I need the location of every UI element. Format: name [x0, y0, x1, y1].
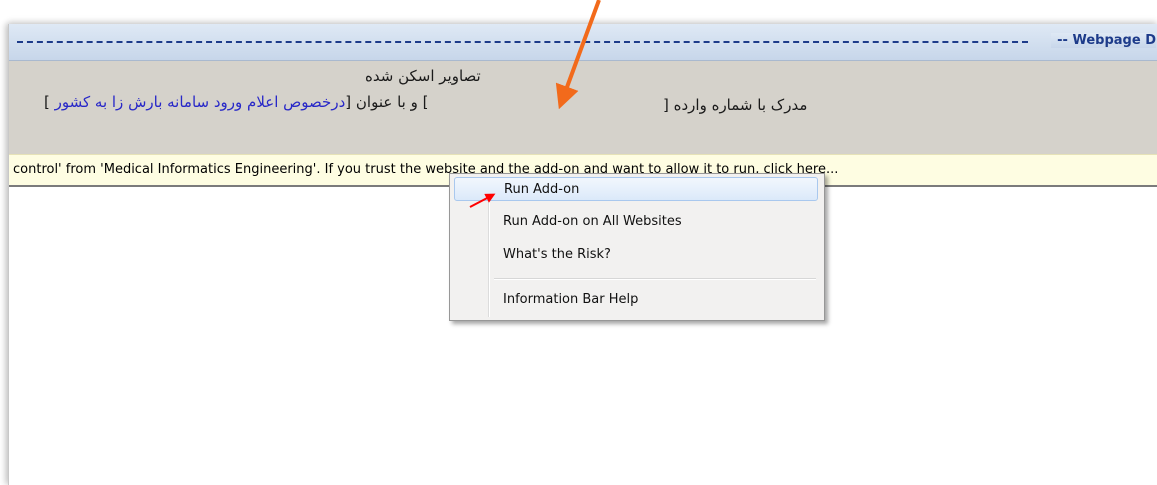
annotation-arrows: [469, 0, 601, 208]
red-annotation-arrow-icon: [469, 193, 496, 208]
orange-annotation-arrow-icon: [555, 0, 601, 110]
